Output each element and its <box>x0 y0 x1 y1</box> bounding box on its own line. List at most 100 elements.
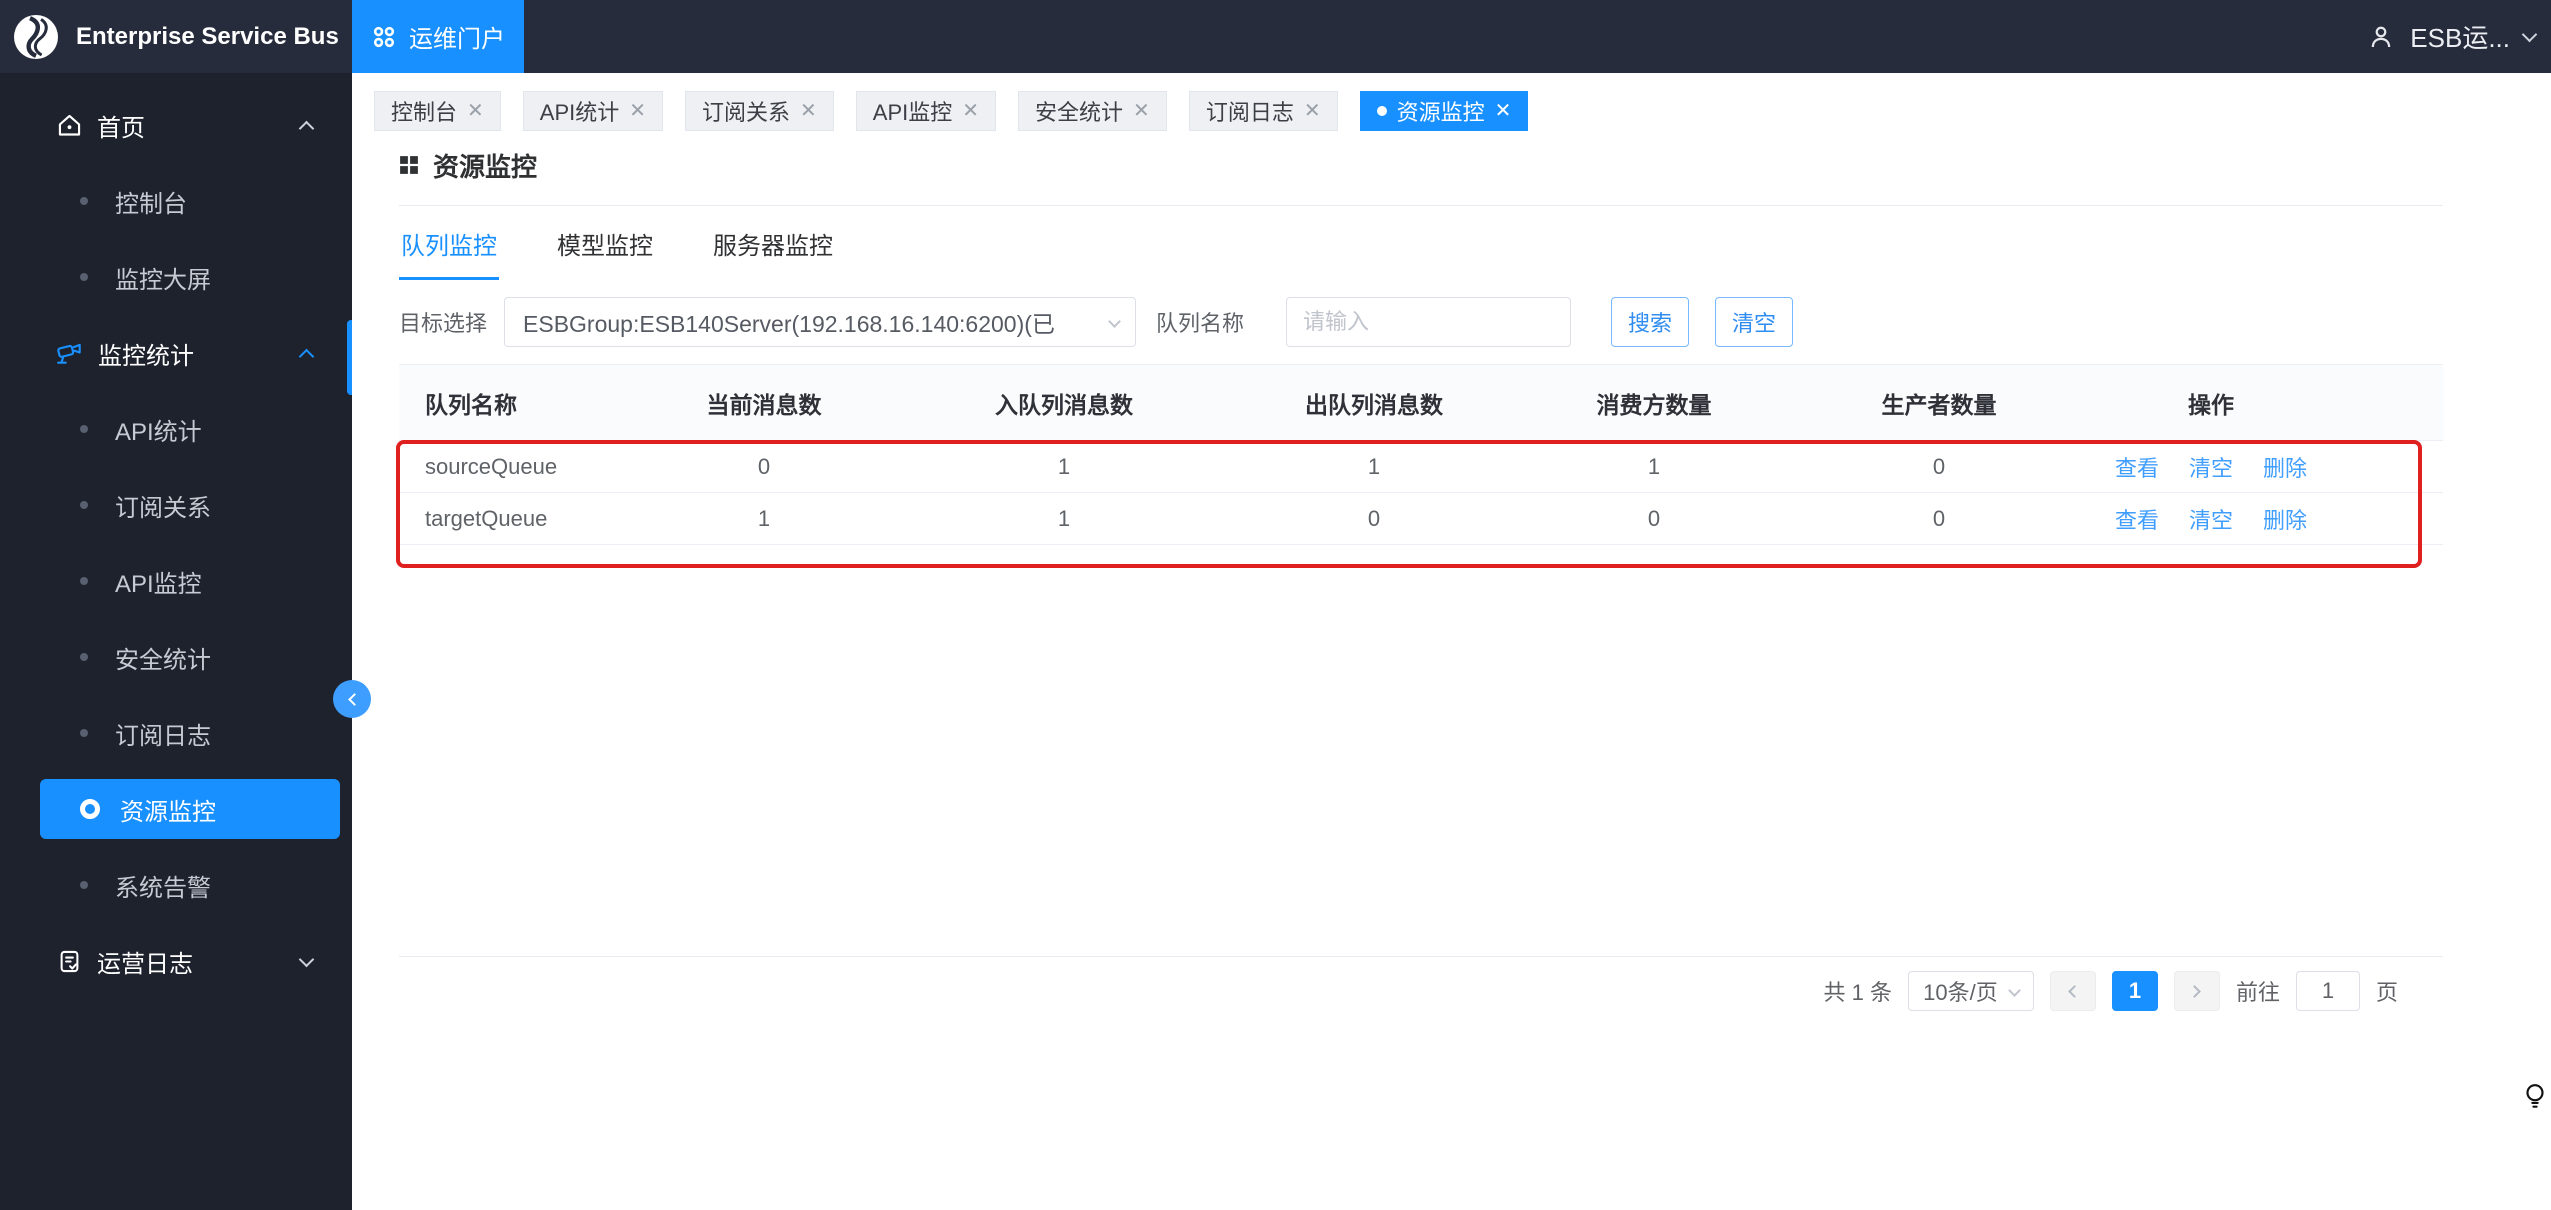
col-header-producer-count: 生产者数量 <box>1789 364 2089 441</box>
sidebar-item-subscription-logs[interactable]: 订阅日志 <box>0 695 352 771</box>
table-row[interactable]: targetQueue 1 1 0 0 0 查看 清空 删除 <box>399 492 2443 545</box>
sidebar-item-label: 监控大屏 <box>115 266 211 294</box>
lightbulb-icon[interactable] <box>2522 1082 2548 1112</box>
cell-dequeued-msgs: 1 <box>1229 440 1519 493</box>
col-header-current-msgs: 当前消息数 <box>629 364 899 441</box>
sidebar-collapse-toggle[interactable] <box>333 680 371 718</box>
chevron-left-icon <box>347 692 361 706</box>
subtab-model-monitor[interactable]: 模型监控 <box>555 206 655 280</box>
prev-page-button[interactable] <box>2049 971 2096 1011</box>
sidebar-item-subscription-relations[interactable]: 订阅关系 <box>0 467 352 543</box>
cell-current-msgs: 0 <box>629 440 899 493</box>
bullet-icon <box>80 197 88 205</box>
delete-link[interactable]: 删除 <box>2263 451 2307 483</box>
user-menu[interactable]: ESB运... <box>2366 0 2551 73</box>
clear-queue-link[interactable]: 清空 <box>2189 451 2233 483</box>
chevron-left-icon <box>2068 984 2082 998</box>
divider <box>399 956 2443 957</box>
tab-api-monitor[interactable]: API监控 <box>855 91 997 131</box>
apps-grid-icon <box>371 24 397 50</box>
search-button[interactable]: 搜索 <box>1611 297 1690 347</box>
cell-queue-name: targetQueue <box>399 492 629 545</box>
sidebar-item-label: 首页 <box>97 114 145 142</box>
col-header-enqueued-msgs: 入队列消息数 <box>899 364 1229 441</box>
sidebar-item-system-alerts[interactable]: 系统告警 <box>0 847 352 923</box>
page-unit-label: 页 <box>2375 980 2398 1005</box>
sidebar-item-monitor-stats[interactable]: 监控统计 <box>0 315 352 391</box>
close-icon[interactable] <box>467 101 484 121</box>
sidebar-item-api-monitor[interactable]: API监控 <box>0 543 352 619</box>
sub-tabs: 队列监控 模型监控 服务器监控 <box>399 206 2443 280</box>
sidebar-item-console[interactable]: 控制台 <box>0 163 352 239</box>
goto-label: 前往 <box>2235 980 2280 1005</box>
chevron-down-icon <box>2521 26 2538 43</box>
user-name: ESB运... <box>2410 23 2510 53</box>
page-size-select[interactable]: 10条/页 <box>1907 971 2034 1011</box>
cell-enqueued-msgs: 1 <box>899 440 1229 493</box>
sidebar-item-security-stats[interactable]: 安全统计 <box>0 619 352 695</box>
nav-item-ops-portal[interactable]: 运维门户 <box>352 0 524 73</box>
nav-ops-portal-label: 运维门户 <box>409 26 505 53</box>
close-icon[interactable] <box>629 101 646 121</box>
view-link[interactable]: 查看 <box>2115 503 2159 535</box>
page-header: 资源监控 <box>399 143 2443 187</box>
delete-link[interactable]: 删除 <box>2263 503 2307 535</box>
close-icon[interactable] <box>800 101 817 121</box>
sidebar-item-operation-logs[interactable]: 运营日志 <box>0 923 352 999</box>
pagination-total: 共 1 条 <box>1823 980 1892 1005</box>
sidebar-item-label: 安全统计 <box>115 646 211 674</box>
close-icon[interactable] <box>1495 101 1512 121</box>
sidebar-item-label: 系统告警 <box>115 874 211 902</box>
top-bar: Enterprise Service Bus 运维门户 ESB运... <box>0 0 2551 73</box>
table-row[interactable]: sourceQueue 0 1 1 1 0 查看 清空 删除 <box>399 440 2443 493</box>
target-select-value: ESBGroup:ESB140Server(192.168.16.140:620… <box>523 311 1055 337</box>
cell-actions: 查看 清空 删除 <box>2089 440 2443 493</box>
chevron-up-icon <box>298 348 315 364</box>
queue-table: 队列名称 当前消息数 入队列消息数 出队列消息数 消费方数量 生产者数量 操作 … <box>396 364 2443 568</box>
chevron-right-icon <box>2188 984 2202 998</box>
sidebar-item-label: 控制台 <box>115 190 187 218</box>
clear-button[interactable]: 清空 <box>1715 297 1794 347</box>
cell-producer-count: 0 <box>1789 492 2089 545</box>
close-icon[interactable] <box>1304 101 1321 121</box>
sidebar-item-label: API监控 <box>115 570 202 598</box>
close-icon[interactable] <box>962 101 979 121</box>
subtab-queue-monitor[interactable]: 队列监控 <box>399 206 499 280</box>
sidebar-item-label: API统计 <box>115 418 202 446</box>
tab-console[interactable]: 控制台 <box>374 91 501 131</box>
goto-page-input[interactable] <box>2295 971 2360 1011</box>
target-select[interactable]: ESBGroup:ESB140Server(192.168.16.140:620… <box>504 297 1137 347</box>
col-header-queue-name: 队列名称 <box>399 364 629 441</box>
view-link[interactable]: 查看 <box>2115 451 2159 483</box>
tab-security-stats[interactable]: 安全统计 <box>1018 91 1167 131</box>
tab-subscription-relations[interactable]: 订阅关系 <box>685 91 834 131</box>
tab-api-stats[interactable]: API统计 <box>522 91 664 131</box>
bullet-icon <box>80 273 88 281</box>
grid-squares-icon <box>399 155 419 175</box>
bullet-icon <box>80 501 88 509</box>
subtab-server-monitor[interactable]: 服务器监控 <box>711 206 835 280</box>
log-document-icon <box>56 948 83 975</box>
bullet-icon <box>80 729 88 737</box>
sidebar-item-api-stats[interactable]: API统计 <box>0 391 352 467</box>
tab-subscription-logs[interactable]: 订阅日志 <box>1188 91 1338 131</box>
tab-label: 订阅日志 <box>1205 100 1294 125</box>
sidebar-item-home[interactable]: 首页 <box>0 87 352 163</box>
sidebar-item-resource-monitor[interactable]: 资源监控 <box>40 779 340 839</box>
next-page-button[interactable] <box>2173 971 2220 1011</box>
clear-queue-link[interactable]: 清空 <box>2189 503 2233 535</box>
sidebar-item-label: 资源监控 <box>120 798 216 826</box>
sidebar-item-monitor-screen[interactable]: 监控大屏 <box>0 239 352 315</box>
bullet-icon <box>80 653 88 661</box>
cell-consumer-count: 1 <box>1519 440 1789 493</box>
brand-title: Enterprise Service Bus <box>76 22 339 50</box>
queue-name-input[interactable] <box>1286 297 1572 347</box>
close-icon[interactable] <box>1133 101 1150 121</box>
filter-bar: 目标选择 ESBGroup:ESB140Server(192.168.16.14… <box>399 297 2443 347</box>
tab-resource-monitor[interactable]: 资源监控 <box>1359 91 1529 131</box>
chevron-down-icon <box>1108 315 1121 328</box>
cell-queue-name: sourceQueue <box>399 440 629 493</box>
cell-current-msgs: 1 <box>629 492 899 545</box>
bullet-icon <box>80 577 88 585</box>
page-number-button[interactable]: 1 <box>2111 971 2158 1011</box>
